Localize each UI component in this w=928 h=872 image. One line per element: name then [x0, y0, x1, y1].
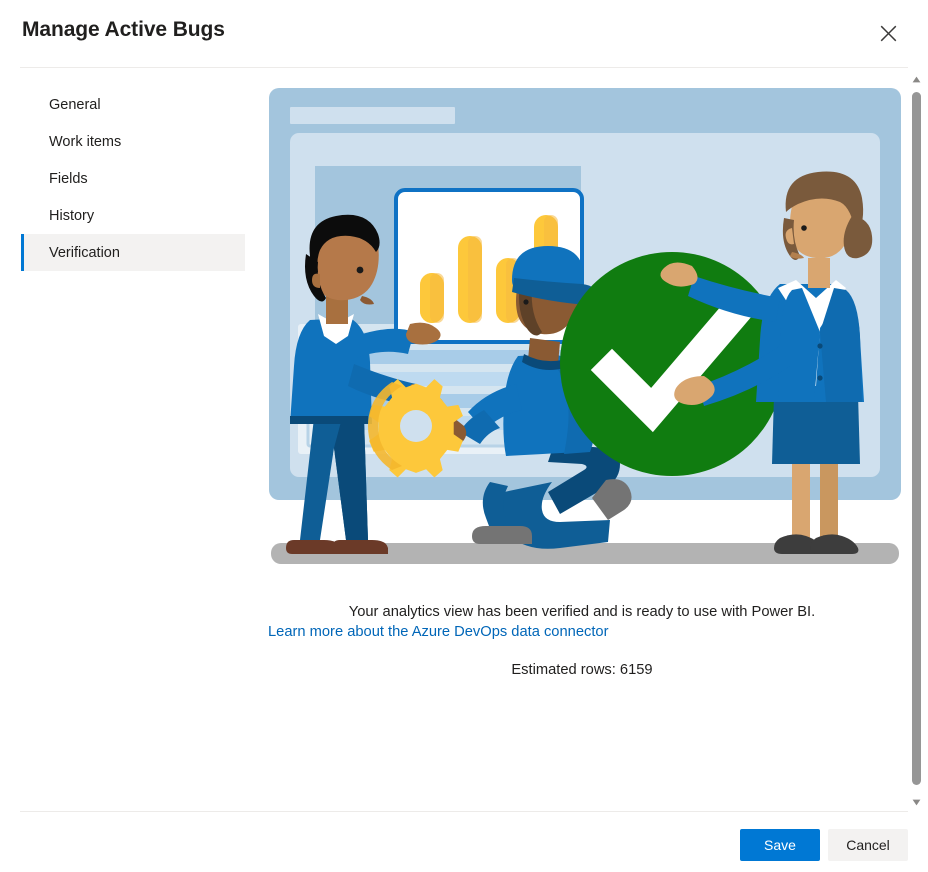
dialog-footer: Save Cancel [0, 811, 928, 872]
scrollbar-thumb[interactable] [912, 92, 921, 785]
status-message: Your analytics view has been verified an… [348, 604, 816, 620]
learn-more-link[interactable]: Learn more about the Azure DevOps data c… [268, 624, 896, 640]
sidebar-item-verification[interactable]: Verification [21, 234, 245, 271]
cancel-button[interactable]: Cancel [828, 829, 908, 861]
sidebar-item-general[interactable]: General [21, 86, 245, 123]
chevron-down-icon [912, 799, 921, 805]
verification-panel: Your analytics view has been verified an… [268, 68, 928, 811]
page-title: Manage Active Bugs [22, 18, 225, 41]
footer-actions: Save Cancel [740, 829, 908, 861]
sidebar-item-history[interactable]: History [21, 197, 245, 234]
sidebar-item-fields[interactable]: Fields [21, 160, 245, 197]
illustration-container [268, 88, 902, 579]
save-button[interactable]: Save [740, 829, 820, 861]
close-icon[interactable] [866, 12, 910, 54]
chevron-up-icon [912, 76, 921, 82]
footer-divider [20, 811, 908, 812]
manage-active-bugs-dialog: Manage Active Bugs General Work items Fi… [0, 0, 928, 872]
scrollbar-track[interactable] [909, 86, 924, 795]
vertical-scrollbar[interactable] [909, 72, 924, 809]
sidebar-item-label: Verification [49, 244, 120, 261]
sidebar-item-label: History [49, 207, 95, 224]
sidebar-item-label: Work items [49, 133, 122, 150]
scroll-up-button[interactable] [909, 72, 924, 86]
estimated-rows-text: Estimated rows: 6159 [511, 662, 653, 678]
dialog-header: Manage Active Bugs [0, 0, 928, 68]
sidebar-item-label: Fields [49, 170, 88, 187]
dialog-body: General Work items Fields History Verifi… [0, 68, 928, 811]
sidebar-item-label: General [49, 96, 101, 113]
analytics-verified-illustration [269, 88, 901, 564]
scroll-down-button[interactable] [909, 795, 924, 809]
sidebar-item-work-items[interactable]: Work items [21, 123, 245, 160]
sidebar-nav: General Work items Fields History Verifi… [0, 68, 268, 811]
close-icon-glyph [880, 25, 896, 41]
